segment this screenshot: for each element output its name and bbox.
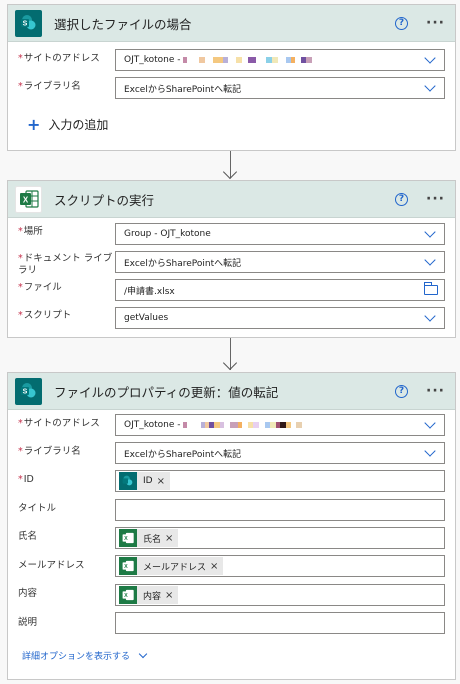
id-token-label: ID (143, 476, 153, 486)
id-label: *ID (18, 474, 34, 485)
redacted-site-name (182, 422, 302, 428)
card-title: スクリプトの実行 (54, 192, 155, 208)
document-library-label: *ドキュメント ライブ ラリ (18, 253, 113, 276)
description-field[interactable] (115, 612, 445, 634)
name-label: 氏名 (18, 531, 38, 542)
document-library-dropdown[interactable]: ExcelからSharePointへ転記 (115, 251, 445, 273)
site-address-dropdown[interactable]: OJT_kotone - (115, 49, 445, 71)
description-label: 説明 (18, 617, 38, 628)
remove-token-icon[interactable]: × (210, 561, 218, 572)
chevron-down-icon (424, 310, 436, 322)
script-dropdown[interactable]: getValues (115, 307, 445, 329)
email-token[interactable]: X メールアドレス × (119, 557, 224, 575)
advanced-options-label: 詳細オプションを表示する (22, 652, 131, 662)
action-card-for-selected-file: S 選択したファイルの場合 ? ··· *サイトのアドレス OJT_kotone… (7, 4, 456, 151)
script-value: getValues (124, 313, 169, 323)
site-address-dropdown[interactable]: OJT_kotone - (115, 414, 445, 436)
card-header[interactable]: S ファイルのプロパティの更新：値の転記 ? ··· (8, 373, 455, 410)
chevron-down-icon (424, 445, 436, 457)
chevron-down-icon (424, 80, 436, 92)
library-name-dropdown[interactable]: ExcelからSharePointへ転記 (115, 442, 445, 464)
remove-token-icon[interactable]: × (157, 476, 165, 487)
svg-text:X: X (124, 564, 128, 570)
add-input-label: 入力の追加 (48, 118, 109, 132)
card-header[interactable]: X スクリプトの実行 ? ··· (8, 181, 455, 218)
library-name-label: *ライブラリ名 (18, 81, 81, 92)
file-label: *ファイル (18, 282, 62, 293)
plus-icon: + (27, 115, 41, 134)
excel-icon: X (119, 586, 137, 604)
site-address-label: *サイトのアドレス (18, 53, 100, 64)
name-token[interactable]: X 氏名 × (119, 529, 179, 547)
site-address-value: OJT_kotone - (124, 420, 181, 430)
excel-icon: X (15, 185, 42, 213)
folder-icon[interactable] (424, 282, 438, 295)
chevron-down-icon (138, 649, 148, 658)
run-script-card: X スクリプトの実行 ? ··· *場所 Group - OJT_kotone … (7, 180, 456, 338)
show-advanced-options-link[interactable]: 詳細オプションを表示する (22, 649, 148, 662)
sharepoint-icon: S (15, 9, 42, 37)
content-token[interactable]: X 内容 × (119, 586, 179, 604)
svg-text:X: X (124, 593, 128, 599)
svg-text:S: S (22, 389, 27, 396)
sharepoint-icon (119, 472, 137, 490)
excel-icon: X (119, 557, 137, 575)
content-field[interactable]: X 内容 × (115, 584, 445, 606)
title-field[interactable] (115, 499, 445, 521)
chevron-down-icon (424, 254, 436, 266)
arrow-down-icon (222, 355, 238, 371)
file-picker[interactable]: /申請書.xlsx (115, 279, 445, 301)
title-label: タイトル (18, 503, 57, 514)
library-name-value: ExcelからSharePointへ転記 (124, 84, 242, 95)
document-library-value: ExcelからSharePointへ転記 (124, 258, 242, 269)
site-address-label: *サイトのアドレス (18, 418, 100, 429)
site-address-value: OJT_kotone - (124, 55, 181, 65)
content-token-label: 内容 (143, 591, 162, 602)
library-name-dropdown[interactable]: ExcelからSharePointへ転記 (115, 77, 445, 99)
chevron-down-icon (424, 52, 436, 64)
email-field[interactable]: X メールアドレス × (115, 555, 445, 577)
chevron-down-icon (424, 417, 436, 429)
name-token-label: 氏名 (143, 534, 162, 545)
add-input-button[interactable]: + 入力の追加 (27, 115, 108, 134)
library-name-label: *ライブラリ名 (18, 446, 81, 457)
card-title: ファイルのプロパティの更新：値の転記 (54, 384, 279, 400)
id-field[interactable]: ID × (115, 470, 445, 492)
location-value: Group - OJT_kotone (124, 229, 211, 239)
email-token-label: メールアドレス (143, 562, 207, 573)
email-label: メールアドレス (18, 560, 85, 571)
chevron-down-icon (424, 226, 436, 238)
redacted-site-name (182, 57, 312, 63)
svg-text:X: X (124, 536, 128, 542)
more-options-icon[interactable]: ··· (426, 191, 445, 207)
more-options-icon[interactable]: ··· (426, 383, 445, 399)
update-file-properties-card: S ファイルのプロパティの更新：値の転記 ? ··· *サイトのアドレス OJT… (7, 372, 456, 680)
more-options-icon[interactable]: ··· (426, 15, 445, 31)
sharepoint-icon: S (15, 377, 42, 405)
help-icon[interactable]: ? (395, 16, 409, 30)
id-token[interactable]: ID × (119, 472, 170, 490)
help-icon[interactable]: ? (395, 192, 409, 206)
file-value: /申請書.xlsx (124, 286, 175, 297)
script-label: *スクリプト (18, 310, 72, 321)
location-dropdown[interactable]: Group - OJT_kotone (115, 223, 445, 245)
content-label: 内容 (18, 588, 38, 599)
library-name-value: ExcelからSharePointへ転記 (124, 449, 242, 460)
svg-text:S: S (22, 21, 27, 28)
remove-token-icon[interactable]: × (165, 590, 173, 601)
card-header[interactable]: S 選択したファイルの場合 ? ··· (8, 5, 455, 42)
card-title: 選択したファイルの場合 (54, 16, 192, 32)
svg-text:X: X (22, 195, 28, 204)
arrow-down-icon (222, 164, 238, 180)
excel-icon: X (119, 529, 137, 547)
help-icon[interactable]: ? (395, 384, 409, 398)
location-label: *場所 (18, 226, 43, 237)
name-field[interactable]: X 氏名 × (115, 527, 445, 549)
remove-token-icon[interactable]: × (165, 533, 173, 544)
